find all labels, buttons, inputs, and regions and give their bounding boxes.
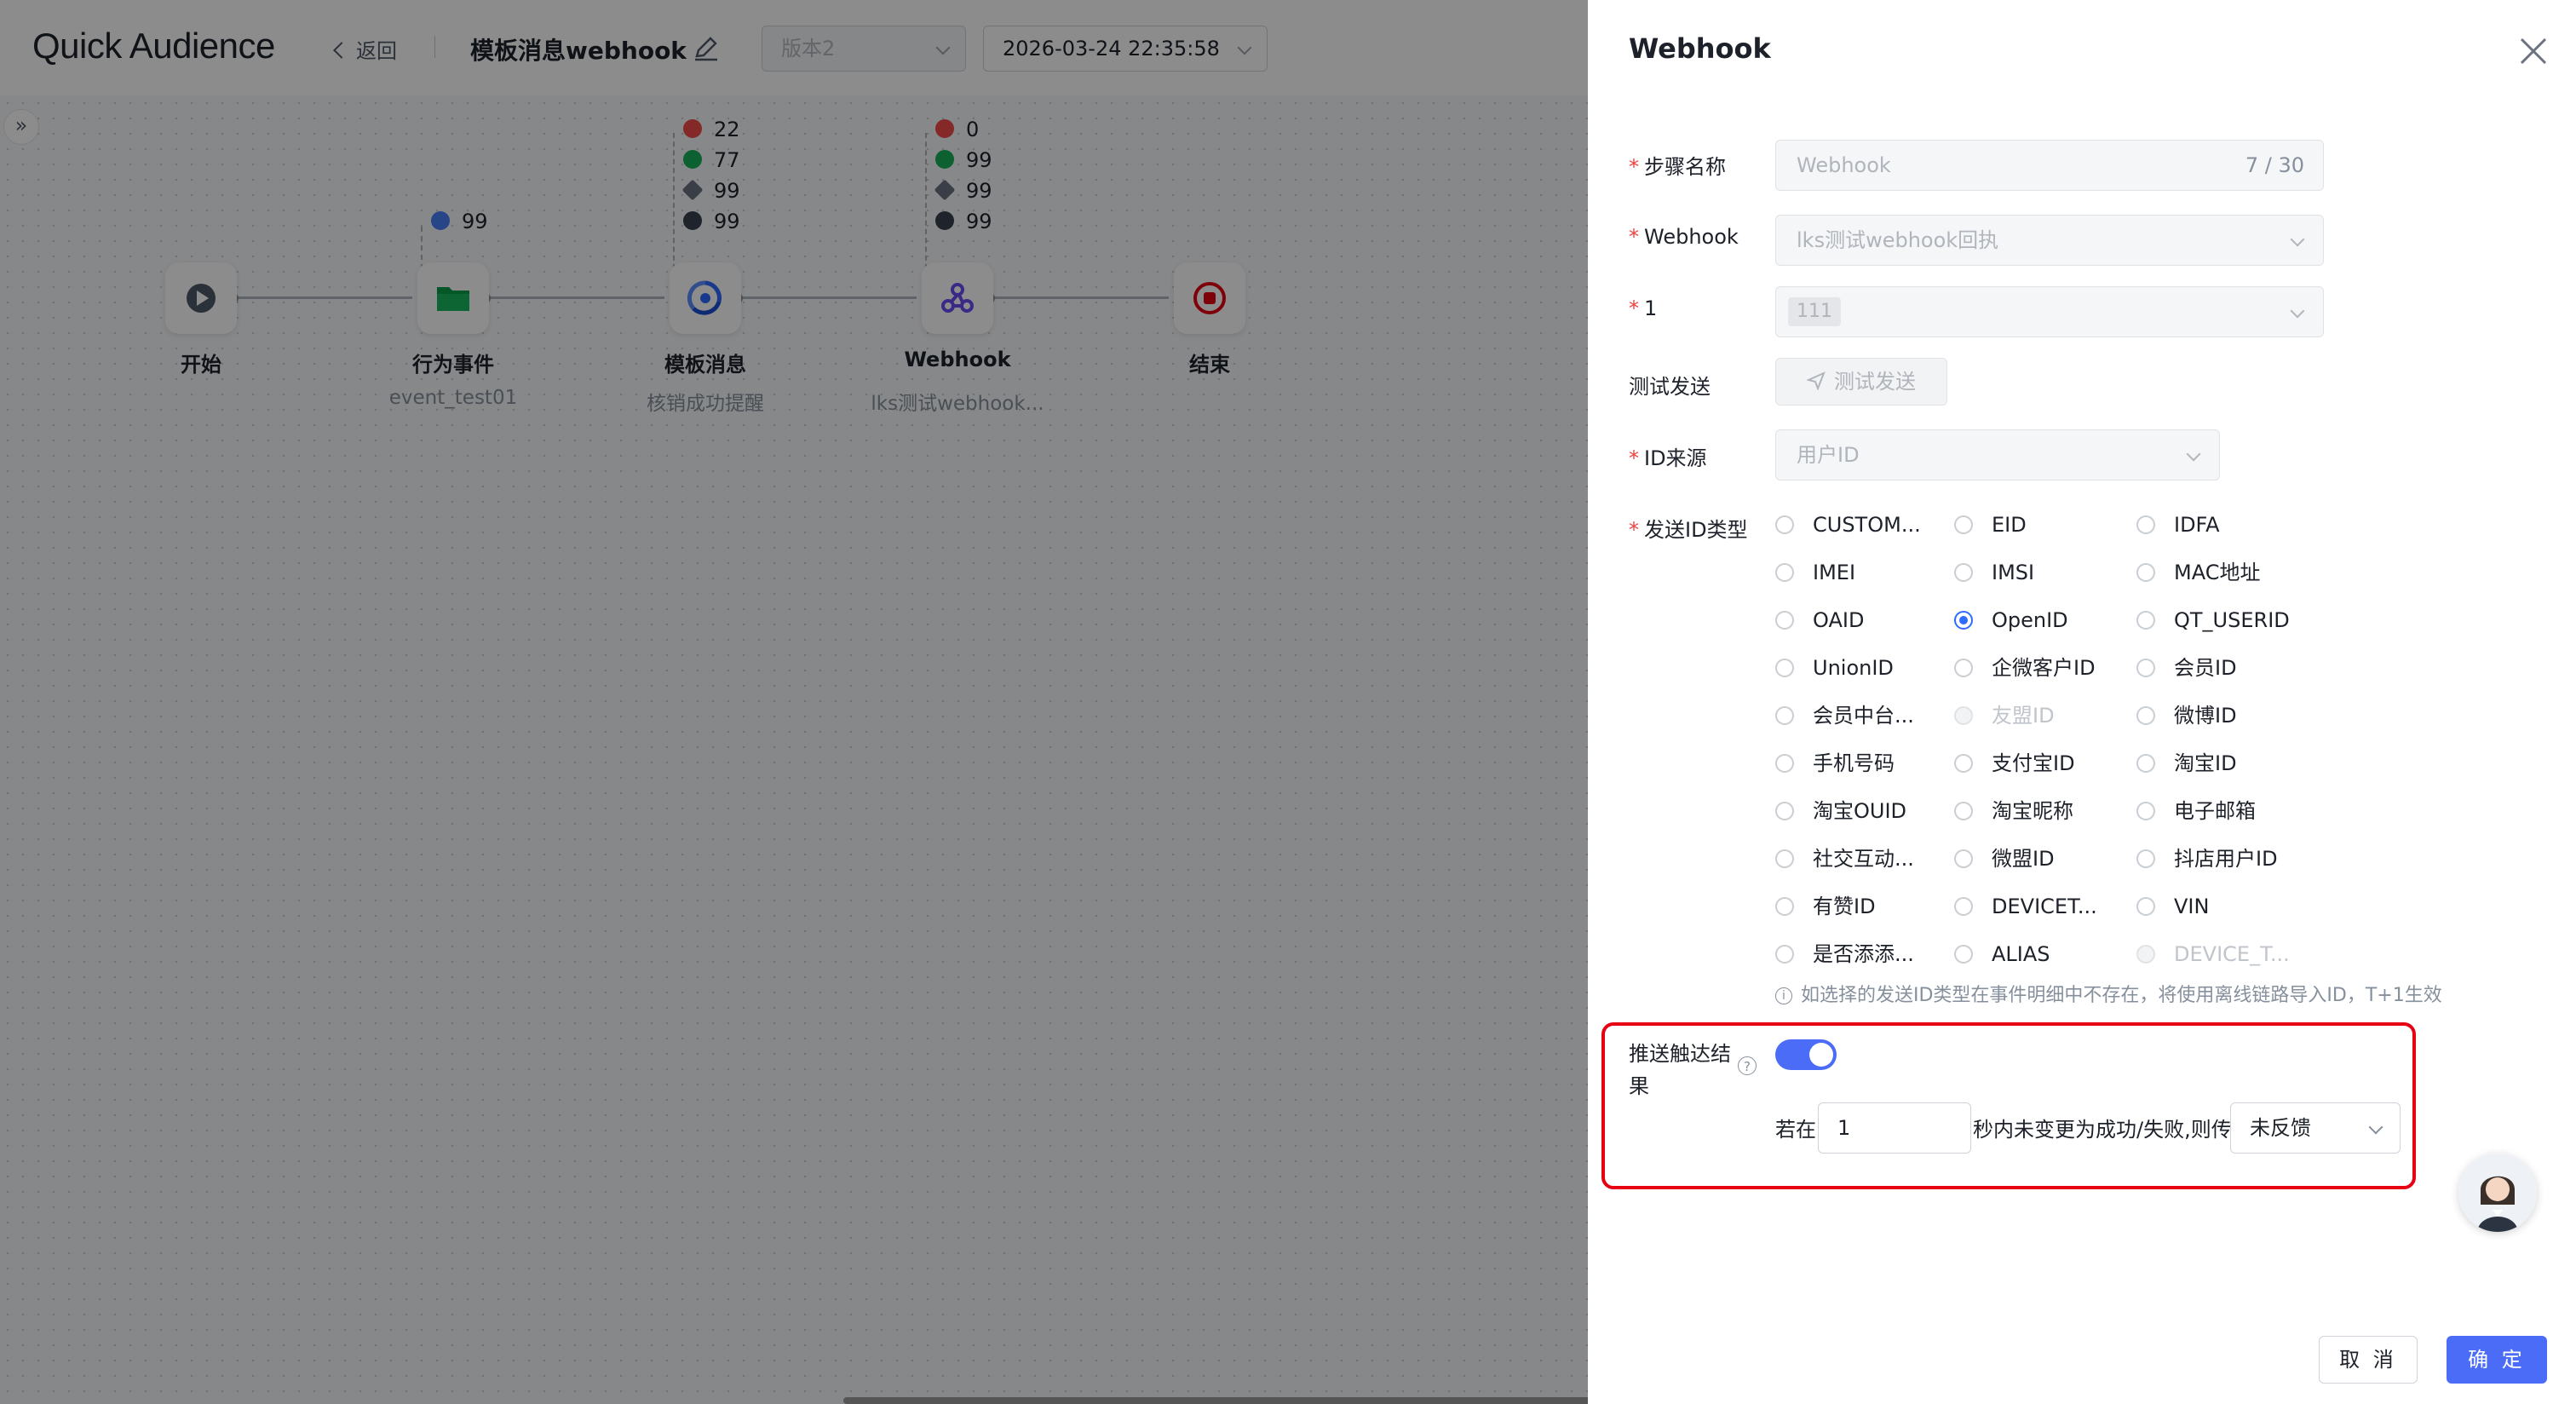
- radio-circle: [1775, 897, 1794, 916]
- radio-circle: [1775, 754, 1794, 773]
- radio-circle: [2136, 802, 2155, 820]
- radio-circle: [2136, 563, 2155, 582]
- radio-circle: [1775, 849, 1794, 868]
- confirm-button[interactable]: 确 定: [2447, 1336, 2547, 1384]
- id-source-value: 用户ID: [1797, 443, 1860, 467]
- radio-circle: [1954, 849, 1973, 868]
- radio-circle: [1775, 706, 1794, 725]
- radio-circle: [1954, 659, 1973, 677]
- id-type-radio-label: VIN: [2174, 895, 2210, 918]
- radio-circle: [1954, 754, 1973, 773]
- step-name-input[interactable]: Webhook 7 / 30: [1775, 140, 2324, 191]
- id-type-radio-label: 淘宝ID: [2174, 751, 2237, 775]
- radio-circle: [2136, 754, 2155, 773]
- id-type-radio-label: 社交互动...: [1813, 847, 1914, 871]
- id-type-radio-label: QT_USERID: [2174, 608, 2290, 632]
- radio-circle: [2136, 897, 2155, 916]
- id-type-radio-label: MAC地址: [2174, 561, 2261, 584]
- webhook-select-value: lks测试webhook回执: [1797, 228, 1999, 252]
- id-type-radio-label: 淘宝昵称: [1992, 799, 2073, 823]
- id-type-radio-label: 企微客户ID: [1992, 656, 2096, 680]
- radio-circle: [1775, 802, 1794, 820]
- radio-circle: [1954, 802, 1973, 820]
- id-type-radio-label: 会员中台...: [1813, 704, 1914, 728]
- chevron-down-icon: [2290, 303, 2305, 319]
- radio-circle: [2136, 659, 2155, 677]
- radio-circle: [1775, 659, 1794, 677]
- cancel-button[interactable]: 取 消: [2319, 1336, 2418, 1384]
- step-name-value: Webhook: [1797, 153, 1891, 177]
- id-type-radio-label: DEVICET...: [1992, 895, 2097, 918]
- param-select[interactable]: 111: [1775, 286, 2324, 337]
- radio-circle: [1775, 515, 1794, 534]
- radio-circle: [1954, 611, 1973, 630]
- radio-circle: [2136, 515, 2155, 534]
- radio-circle: [1775, 611, 1794, 630]
- id-type-radio-label: 支付宝ID: [1992, 751, 2075, 775]
- modal-overlay[interactable]: [0, 0, 1588, 1404]
- radio-circle: [1775, 945, 1794, 964]
- test-send-button[interactable]: 测试发送: [1775, 358, 1947, 406]
- param-label: * 1: [1629, 296, 1658, 320]
- chevron-down-icon: [2186, 446, 2201, 462]
- test-send-label: 测试发送: [1629, 375, 1711, 399]
- radio-circle: [1954, 706, 1973, 725]
- id-type-radio-label: OpenID: [1992, 608, 2068, 632]
- id-type-radio-label: 手机号码: [1813, 751, 1895, 775]
- radio-circle: [1954, 897, 1973, 916]
- drawer-title: Webhook: [1629, 32, 1771, 65]
- radio-circle: [2136, 945, 2155, 964]
- id-type-radio-label: 电子邮箱: [2174, 799, 2256, 823]
- info-icon: i: [1775, 987, 1792, 1004]
- id-type-radio-label: 友盟ID: [1992, 704, 2055, 728]
- id-type-radio-label: DEVICE_T...: [2174, 942, 2290, 966]
- param-tag: 111: [1788, 297, 1841, 326]
- radio-circle: [1775, 563, 1794, 582]
- id-type-radio-label: IMSI: [1992, 561, 2035, 584]
- highlight-annotation: [1601, 1022, 2416, 1189]
- radio-circle: [1954, 563, 1973, 582]
- webhook-label: * Webhook: [1629, 225, 1739, 249]
- id-type-label: * 发送ID类型: [1629, 518, 1748, 542]
- radio-circle: [1954, 945, 1973, 964]
- id-type-hint: i 如选择的发送ID类型在事件明细中不存在，将使用离线链路导入ID，T+1生效: [1775, 980, 2442, 1007]
- id-type-radio-label: 抖店用户ID: [2174, 847, 2278, 871]
- assistant-avatar[interactable]: [2458, 1154, 2537, 1232]
- webhook-select[interactable]: lks测试webhook回执: [1775, 215, 2324, 266]
- id-type-radio-label: 淘宝OUID: [1813, 799, 1907, 823]
- horizontal-scrollbar[interactable]: [843, 1397, 1593, 1404]
- id-type-radio-label: EID: [1992, 513, 2027, 537]
- id-type-radio-label: 微博ID: [2174, 704, 2237, 728]
- radio-circle: [2136, 706, 2155, 725]
- id-type-radio-label: UnionID: [1813, 656, 1894, 680]
- id-type-radio-label: OAID: [1813, 608, 1865, 632]
- assistant-avatar-icon: [2458, 1154, 2537, 1232]
- id-type-radio-label: 是否添添...: [1813, 942, 1914, 966]
- close-icon[interactable]: [2516, 34, 2550, 68]
- id-type-radio-label: ALIAS: [1992, 942, 2050, 966]
- chevron-down-icon: [2290, 232, 2305, 247]
- step-name-label: * 步骤名称: [1629, 155, 1726, 179]
- id-type-radio-label: 微盟ID: [1992, 847, 2055, 871]
- radio-circle: [2136, 849, 2155, 868]
- id-type-radio-label: CUSTOM...: [1813, 513, 1921, 537]
- id-source-label: * ID来源: [1629, 446, 1707, 470]
- id-type-radio-label: 有赞ID: [1813, 895, 1876, 918]
- id-source-select[interactable]: 用户ID: [1775, 429, 2220, 480]
- webhook-drawer: Webhook * 步骤名称 Webhook 7 / 30 * Webhook lk…: [1588, 0, 2576, 1404]
- id-type-radio-label: IMEI: [1813, 561, 1856, 584]
- send-icon: [1805, 371, 1826, 391]
- radio-circle: [2136, 611, 2155, 630]
- id-type-radio-label: 会员ID: [2174, 656, 2237, 680]
- id-type-radio-label: IDFA: [2174, 513, 2220, 537]
- radio-circle: [1954, 515, 1973, 534]
- step-name-counter: 7 / 30: [2245, 153, 2304, 177]
